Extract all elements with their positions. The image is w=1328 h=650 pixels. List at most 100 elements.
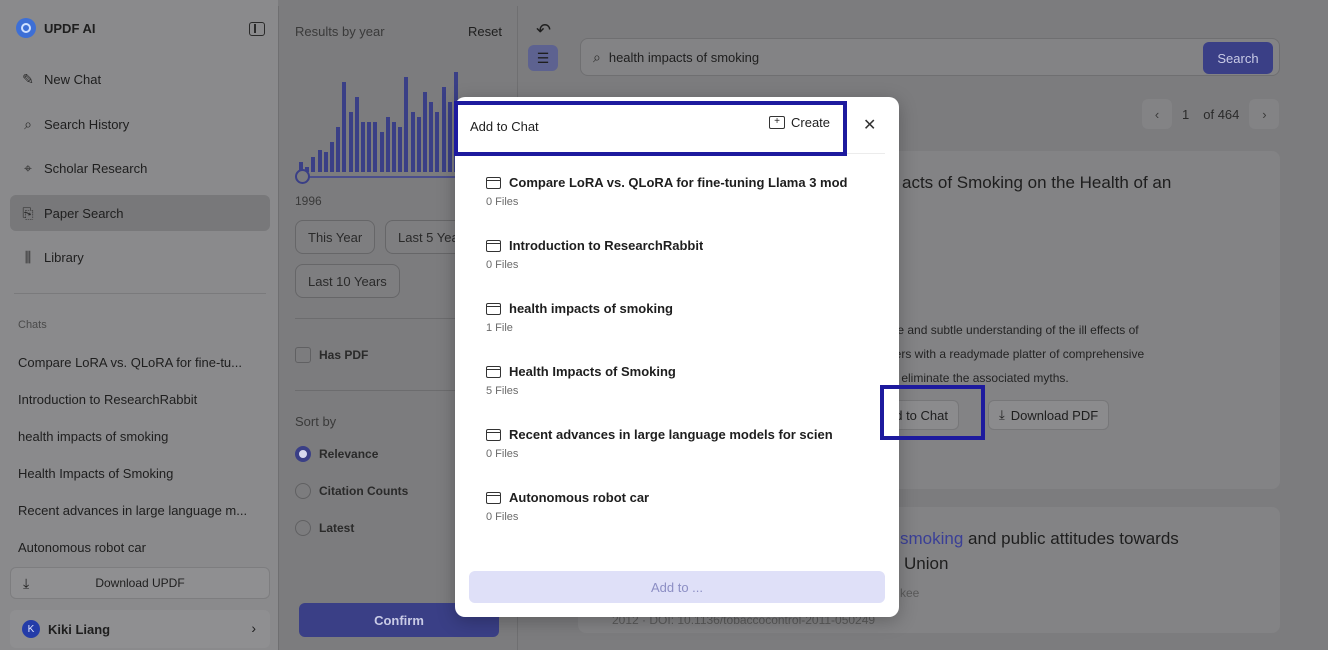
sort-latest-radio[interactable] <box>295 520 311 536</box>
download-label: Download UPDF <box>95 576 185 590</box>
result-title[interactable]: smoking and public attitudes towards <box>900 529 1179 549</box>
folder-name: health impacts of smoking <box>509 301 673 316</box>
histogram-bar <box>385 117 390 172</box>
histogram-bar <box>423 92 427 172</box>
results-by-year-title: Results by year <box>295 24 385 39</box>
close-icon[interactable]: ✕ <box>863 115 876 135</box>
paper-search-icon: ⎘ <box>22 204 34 221</box>
histogram-bar <box>441 87 446 172</box>
result-title-line2: Union <box>904 554 949 573</box>
folder-item[interactable]: Introduction to ResearchRabbit 0 Files <box>486 238 703 271</box>
updf-logo-icon <box>16 18 36 38</box>
nav-label: Scholar Research <box>44 160 148 176</box>
histogram-bar <box>361 122 365 172</box>
folder-item[interactable]: Compare LoRA vs. QLoRA for fine-tuning L… <box>486 175 848 208</box>
add-to-button[interactable]: Add to ... <box>469 571 885 603</box>
folder-file-count: 0 Files <box>486 511 519 523</box>
highlight-modal-header <box>454 101 847 156</box>
nav-label: Paper Search <box>44 205 124 221</box>
folder-file-count: 0 Files <box>486 448 519 460</box>
folder-name: Autonomous robot car <box>509 490 650 505</box>
collapse-sidebar-icon[interactable] <box>249 22 265 36</box>
result-abstract-line: ders with a readymade platter of compreh… <box>888 347 1145 361</box>
folder-item[interactable]: health impacts of smoking 1 File <box>486 301 673 334</box>
telescope-icon: ⌖ <box>24 159 32 176</box>
search-icon: ⌕ <box>24 115 32 132</box>
search-input[interactable] <box>608 49 1189 65</box>
sort-relevance-radio[interactable] <box>295 446 311 462</box>
histogram-bar <box>447 102 452 172</box>
search-icon: ⌕ <box>593 48 601 65</box>
nav-scholar-research[interactable]: ⌖ Scholar Research <box>10 150 270 186</box>
histogram-bar <box>435 112 440 172</box>
download-updf-button[interactable]: ⤓ Download UPDF <box>10 567 270 599</box>
histogram-bar <box>354 97 359 172</box>
sort-option-label: Citation Counts <box>319 484 409 498</box>
histogram-bar <box>330 142 334 172</box>
histogram-bar <box>416 117 421 172</box>
result-author: kee <box>900 586 920 600</box>
sidebar: UPDF AI ✎ New Chat ⌕ Search History ⌖ Sc… <box>0 0 278 650</box>
chat-item[interactable]: Compare LoRA vs. QLoRA for fine-tu... <box>18 355 266 370</box>
chat-item[interactable]: Recent advances in large language m... <box>18 503 266 518</box>
histogram-bar <box>398 127 403 172</box>
folder-icon <box>486 428 501 441</box>
folder-file-count: 0 Files <box>486 196 519 208</box>
nav-library[interactable]: ⫼ Library <box>10 239 270 275</box>
histogram-bar <box>410 112 415 172</box>
chat-item[interactable]: health impacts of smoking <box>18 429 266 444</box>
user-profile[interactable]: K Kiki Liang › <box>10 610 270 648</box>
reset-button[interactable]: Reset <box>468 24 502 39</box>
histogram-bar <box>323 152 328 172</box>
prev-page-icon[interactable]: ‹ <box>1142 99 1172 129</box>
nav-paper-search[interactable]: ⎘ Paper Search <box>10 195 270 231</box>
current-page: 1 <box>1182 106 1190 122</box>
chip-last-10-years[interactable]: Last 10 Years <box>295 264 400 298</box>
title-rest: and public attitudes towards <box>963 529 1179 548</box>
folder-icon <box>486 239 501 252</box>
nav-new-chat[interactable]: ✎ New Chat <box>10 61 270 97</box>
folder-item[interactable]: Health Impacts of Smoking 5 Files <box>486 364 676 397</box>
histogram-bar <box>367 122 372 172</box>
library-icon: ⫼ <box>24 248 32 265</box>
folder-item[interactable]: Autonomous robot car 0 Files <box>486 490 649 523</box>
result-title[interactable]: acts of Smoking on the Health of an <box>902 173 1171 193</box>
sort-option-label: Relevance <box>319 447 379 461</box>
folder-icon <box>486 491 501 504</box>
histogram-bar <box>392 122 396 172</box>
page-total: of 464 <box>1203 106 1240 122</box>
nav-search-history[interactable]: ⌕ Search History <box>10 106 270 142</box>
download-pdf-label: Download PDF <box>1010 407 1099 423</box>
has-pdf-checkbox[interactable] <box>295 347 311 363</box>
search-button[interactable]: Search <box>1203 42 1273 74</box>
histogram-bar <box>348 112 353 172</box>
chats-section-label: Chats <box>18 319 47 331</box>
next-page-icon[interactable]: › <box>1249 99 1280 129</box>
chip-this-year[interactable]: This Year <box>295 220 376 254</box>
histogram-bar <box>404 77 409 172</box>
chat-item[interactable]: Autonomous robot car <box>18 540 266 555</box>
histogram-bar <box>342 82 347 172</box>
download-icon: ⤓ <box>23 575 30 591</box>
folder-file-count: 0 Files <box>486 259 519 271</box>
folder-name: Health Impacts of Smoking <box>509 364 676 379</box>
sort-by-label: Sort by <box>295 414 337 429</box>
folder-icon <box>486 302 501 315</box>
year-slider-handle[interactable] <box>295 169 310 184</box>
download-pdf-button[interactable]: ⤓ Download PDF <box>988 400 1110 430</box>
histogram-bar <box>429 102 434 172</box>
filter-toggle-icon[interactable]: ☰ <box>528 45 558 71</box>
folder-file-count: 5 Files <box>486 385 519 397</box>
result-abstract-line: ple and subtle understanding of the ill … <box>888 323 1139 337</box>
sidebar-divider <box>14 293 266 294</box>
histogram-bar <box>379 132 384 172</box>
brand[interactable]: UPDF AI <box>16 18 96 38</box>
highlight-add-to-chat <box>880 385 985 440</box>
sort-citation-radio[interactable] <box>295 483 311 499</box>
chat-item[interactable]: Health Impacts of Smoking <box>18 466 266 481</box>
chat-item[interactable]: Introduction to ResearchRabbit <box>18 392 266 407</box>
folder-icon <box>486 176 501 189</box>
back-arrow-icon[interactable]: ↶ <box>536 20 551 41</box>
folder-item[interactable]: Recent advances in large language models… <box>486 427 833 460</box>
histogram-bar <box>336 127 341 172</box>
